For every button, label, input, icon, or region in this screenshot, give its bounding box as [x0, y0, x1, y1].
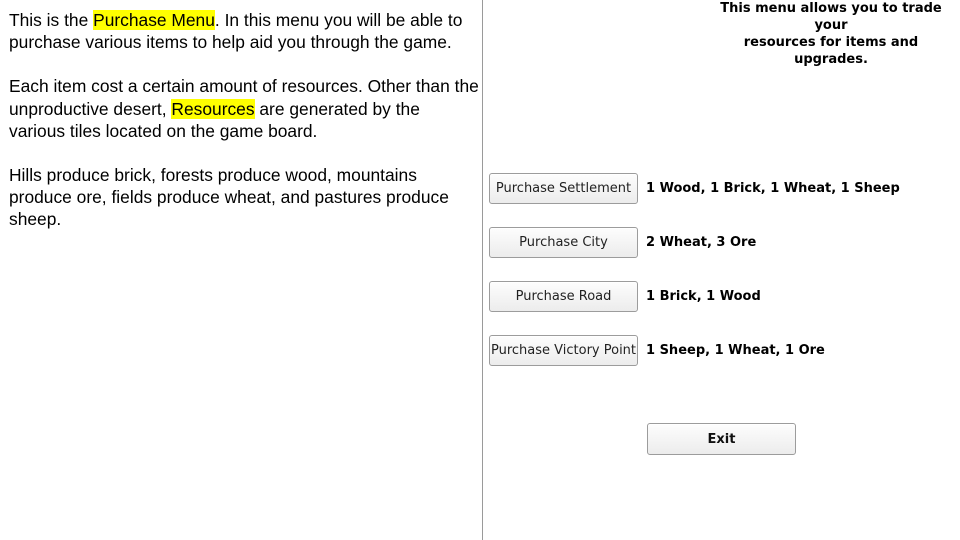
- resources-highlight: Resources: [171, 98, 255, 119]
- tiles-paragraph: Hills produce brick, forests produce woo…: [9, 165, 449, 230]
- purchase-menu-highlight: Purchase Menu: [93, 10, 215, 30]
- purchase-victory-point-button[interactable]: Purchase Victory Point: [489, 335, 638, 366]
- menu-description-line-1: This menu allows you to trade your: [720, 1, 942, 33]
- purchase-city-button[interactable]: Purchase City: [489, 227, 638, 258]
- city-cost: 2 Wheat, 3 Ore: [646, 235, 757, 250]
- menu-description-line-2: resources for items and upgrades.: [743, 35, 919, 67]
- purchase-settlement-button[interactable]: Purchase Settlement: [489, 173, 638, 204]
- road-cost: 1 Brick, 1 Wood: [646, 289, 761, 304]
- resources-paragraph: Each item cost a certain amount of resou…: [9, 75, 479, 142]
- exit-button[interactable]: Exit: [647, 423, 796, 455]
- intro-text-start: This is the: [9, 10, 94, 30]
- instruction-notes: This is the Purchase Menu. In this menu …: [9, 9, 479, 253]
- purchase-road-button[interactable]: Purchase Road: [489, 281, 638, 312]
- intro-paragraph: This is the Purchase Menu. In this menu …: [9, 9, 479, 53]
- settlement-cost: 1 Wood, 1 Brick, 1 Wheat, 1 Sheep: [646, 181, 900, 196]
- purchase-menu-panel: This menu allows you to trade your resou…: [482, 0, 960, 540]
- victory-point-cost: 1 Sheep, 1 Wheat, 1 Ore: [646, 343, 825, 358]
- menu-description: This menu allows you to trade your resou…: [713, 0, 949, 68]
